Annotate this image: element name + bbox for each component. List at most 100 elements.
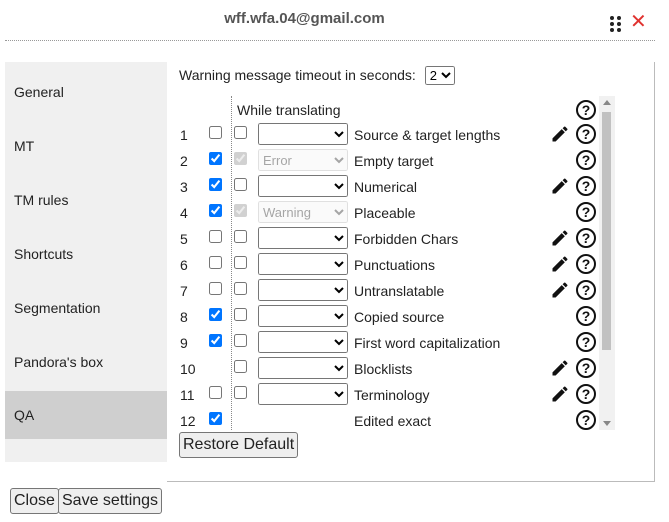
qa-rule-list[interactable]: While translating ? 1 Source & target len…: [171, 96, 615, 430]
rule-number: 5: [180, 231, 188, 247]
qa-panel: Warning message timeout in seconds: 2 Wh…: [167, 62, 655, 482]
rule-enabled-checkbox[interactable]: [209, 308, 222, 321]
rule-enabled-checkbox[interactable]: [209, 256, 222, 269]
sidebar-item-mt[interactable]: MT: [5, 122, 167, 170]
qa-rule-row: 9 First word capitalization?: [171, 330, 615, 356]
rule-name: Empty target: [354, 153, 434, 169]
rule-name: Punctuations: [354, 257, 435, 273]
rule-enabled-checkbox[interactable]: [209, 152, 222, 165]
save-settings-button[interactable]: Save settings: [58, 488, 163, 514]
sidebar-item-pandoras-box[interactable]: Pandora's box: [5, 338, 167, 386]
close-button[interactable]: Close: [10, 488, 59, 514]
scroll-down-arrow-icon[interactable]: [603, 421, 611, 426]
sidebar-item-qa[interactable]: QA: [5, 391, 167, 439]
rule-number: 12: [180, 413, 196, 429]
severity-select[interactable]: [258, 383, 348, 405]
rule-enabled-checkbox[interactable]: [209, 334, 222, 347]
rule-enabled-checkbox[interactable]: [209, 204, 222, 217]
qa-rule-row: 12 Edited exact?: [171, 408, 615, 430]
while-translating-checkbox[interactable]: [234, 282, 247, 295]
svg-text:?: ?: [582, 360, 591, 376]
severity-select[interactable]: [258, 123, 348, 145]
svg-text:?: ?: [582, 230, 591, 246]
severity-select: Warning: [258, 201, 348, 223]
help-icon[interactable]: ?: [575, 331, 597, 353]
severity-select[interactable]: [258, 175, 348, 197]
pencil-icon[interactable]: [550, 254, 570, 274]
help-icon[interactable]: ?: [575, 99, 597, 121]
svg-text:?: ?: [582, 256, 591, 272]
while-translating-checkbox[interactable]: [234, 308, 247, 321]
qa-rule-row: 10 Blocklists?: [171, 356, 615, 382]
rule-enabled-checkbox[interactable]: [209, 126, 222, 139]
help-icon[interactable]: ?: [575, 227, 597, 249]
qa-rule-row: 2 Error Empty target?: [171, 148, 615, 174]
svg-text:?: ?: [582, 334, 591, 350]
rule-name: Placeable: [354, 205, 416, 221]
severity-select: Error: [258, 149, 348, 171]
while-translating-checkbox[interactable]: [234, 334, 247, 347]
severity-select[interactable]: [258, 331, 348, 353]
rule-enabled-checkbox[interactable]: [209, 412, 222, 425]
while-translating-checkbox: [234, 152, 247, 165]
sidebar-item-tm-rules[interactable]: TM rules: [5, 176, 167, 224]
rule-number: 1: [180, 127, 188, 143]
svg-text:?: ?: [582, 152, 591, 168]
help-icon[interactable]: ?: [575, 123, 597, 145]
help-icon[interactable]: ?: [575, 201, 597, 223]
svg-text:?: ?: [582, 412, 591, 428]
while-translating-checkbox[interactable]: [234, 126, 247, 139]
rule-enabled-checkbox[interactable]: [209, 230, 222, 243]
rule-enabled-checkbox[interactable]: [209, 178, 222, 191]
severity-select[interactable]: [258, 253, 348, 275]
pencil-icon[interactable]: [550, 358, 570, 378]
scroll-up-arrow-icon[interactable]: [603, 100, 611, 105]
rule-number: 4: [180, 205, 188, 221]
while-translating-checkbox[interactable]: [234, 386, 247, 399]
sidebar-item-shortcuts[interactable]: Shortcuts: [5, 230, 167, 278]
while-translating-checkbox[interactable]: [234, 178, 247, 191]
help-icon[interactable]: ?: [575, 175, 597, 197]
severity-select[interactable]: [258, 357, 348, 379]
rule-number: 2: [180, 153, 188, 169]
restore-default-button[interactable]: Restore Default: [179, 432, 299, 458]
rule-enabled-checkbox[interactable]: [209, 282, 222, 295]
severity-select[interactable]: [258, 227, 348, 249]
help-icon[interactable]: ?: [575, 357, 597, 379]
pencil-icon[interactable]: [550, 228, 570, 248]
help-icon[interactable]: ?: [575, 253, 597, 275]
rule-number: 10: [180, 361, 196, 377]
rule-name: Terminology: [354, 387, 430, 403]
list-scrollbar[interactable]: [599, 96, 615, 430]
severity-select[interactable]: [258, 305, 348, 327]
rule-number: 3: [180, 179, 188, 195]
rule-name: First word capitalization: [354, 335, 501, 351]
help-icon[interactable]: ?: [575, 383, 597, 405]
timeout-select[interactable]: 2: [424, 66, 455, 85]
drag-dots-icon[interactable]: [610, 16, 622, 34]
scroll-thumb[interactable]: [602, 112, 611, 350]
help-icon[interactable]: ?: [575, 305, 597, 327]
pencil-icon[interactable]: [550, 384, 570, 404]
pencil-icon[interactable]: [550, 124, 570, 144]
sidebar-item-general[interactable]: General: [5, 68, 167, 116]
help-icon[interactable]: ?: [575, 279, 597, 301]
rule-enabled-checkbox[interactable]: [209, 386, 222, 399]
sidebar-item-segmentation[interactable]: Segmentation: [5, 284, 167, 332]
help-icon[interactable]: ?: [575, 409, 597, 430]
while-translating-checkbox[interactable]: [234, 256, 247, 269]
severity-select[interactable]: [258, 279, 348, 301]
header-divider: [5, 40, 655, 41]
timeout-label: Warning message timeout in seconds:: [179, 67, 416, 83]
pencil-icon[interactable]: [550, 280, 570, 300]
while-translating-checkbox[interactable]: [234, 230, 247, 243]
while-translating-checkbox[interactable]: [234, 360, 247, 373]
help-icon[interactable]: ?: [575, 149, 597, 171]
rule-number: 8: [180, 309, 188, 325]
pencil-icon[interactable]: [550, 176, 570, 196]
rule-name: Source & target lengths: [354, 127, 501, 143]
rule-name: Copied source: [354, 309, 445, 325]
rule-name: Untranslatable: [354, 283, 445, 299]
close-icon[interactable]: ✕: [630, 12, 647, 32]
qa-rule-row: 1 Source & target lengths?: [171, 122, 615, 148]
